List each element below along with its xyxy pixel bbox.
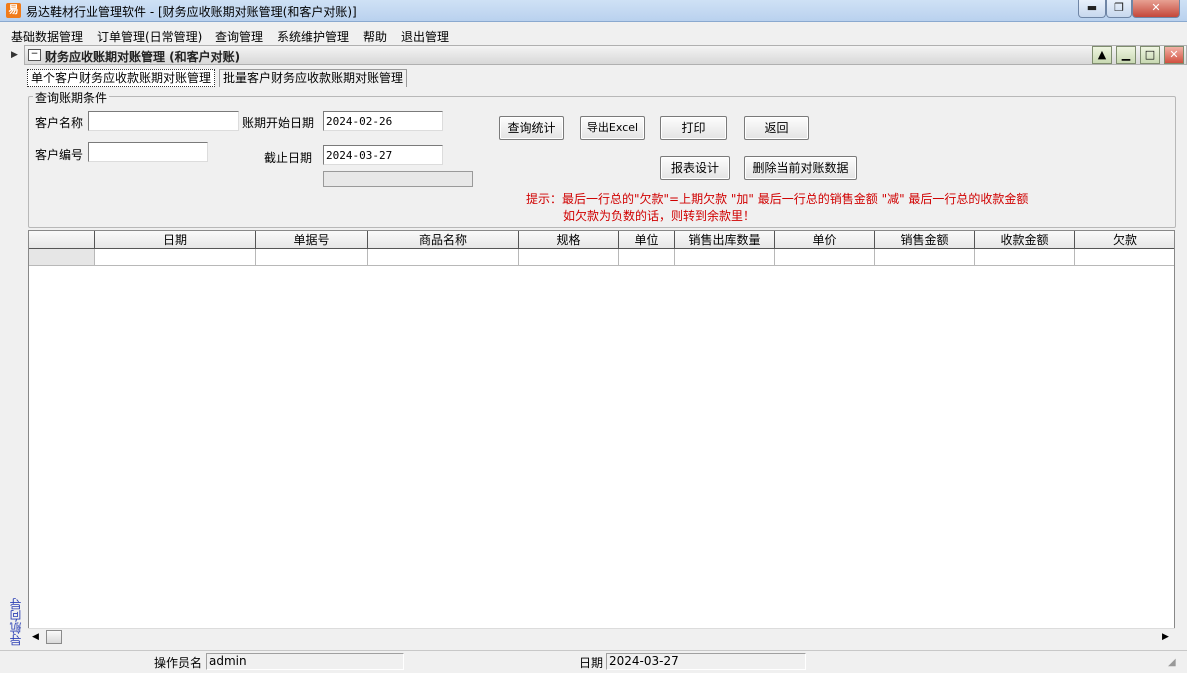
query-stats-button[interactable]: 查询统计 <box>499 116 564 140</box>
window-title: 易达鞋材行业管理软件 - [财务应收账期对账管理(和客户对账)] <box>26 5 357 19</box>
minimize-button[interactable]: ▬ <box>1078 0 1106 18</box>
column-header-sales-amount[interactable]: 销售金额 <box>875 231 975 249</box>
column-header-date[interactable]: 日期 <box>95 231 256 249</box>
column-header-unit-price[interactable]: 单价 <box>775 231 875 249</box>
back-button[interactable]: 返回 <box>744 116 809 140</box>
scroll-right-arrow-icon[interactable]: ▶ <box>1162 632 1169 642</box>
report-design-button[interactable]: 报表设计 <box>660 156 730 180</box>
delete-current-reconciliation-button[interactable]: 删除当前对账数据 <box>744 156 857 180</box>
operator-value: admin <box>206 653 404 670</box>
table-cell[interactable] <box>775 249 875 266</box>
operator-label: 操作员名 <box>154 656 203 670</box>
menu-basic-data[interactable]: 基础数据管理 <box>11 28 83 45</box>
menu-exit[interactable]: 退出管理 <box>401 28 449 45</box>
table-cell[interactable] <box>675 249 775 266</box>
column-header-doc-no[interactable]: 单据号 <box>256 231 368 249</box>
child-minimize-button[interactable]: ▁ <box>1116 46 1136 64</box>
customer-code-label: 客户编号 <box>35 148 84 162</box>
export-excel-button[interactable]: 导出Excel <box>580 116 645 140</box>
end-date-input[interactable] <box>323 145 443 165</box>
close-button[interactable]: ✕ <box>1132 0 1180 18</box>
tab-batch-customer[interactable]: 批量客户财务应收款账期对账管理 <box>219 69 408 87</box>
table-cell[interactable] <box>256 249 368 266</box>
menu-help[interactable]: 帮助 <box>363 28 387 45</box>
table-cell[interactable] <box>519 249 619 266</box>
end-date-label: 截止日期 <box>264 151 313 165</box>
menu-query[interactable]: 查询管理 <box>215 28 263 45</box>
child-window-icon[interactable]: − <box>28 49 41 61</box>
window-titlebar[interactable]: 易 易达鞋材行业管理软件 - [财务应收账期对账管理(和客户对账)] ▬ ❐ ✕ <box>0 0 1187 22</box>
tab-single-customer[interactable]: 单个客户财务应收款账期对账管理 <box>27 69 216 87</box>
customer-code-input[interactable] <box>88 142 208 162</box>
print-button[interactable]: 打印 <box>660 116 727 140</box>
progress-bar <box>323 171 473 187</box>
row-selector[interactable] <box>29 249 95 266</box>
menu-system[interactable]: 系统维护管理 <box>277 28 349 45</box>
resize-grip-icon[interactable]: ◢ <box>1168 657 1182 671</box>
menu-bar: 基础数据管理 订单管理(日常管理) 查询管理 系统维护管理 帮助 退出管理 <box>0 26 1187 44</box>
column-header-spec[interactable]: 规格 <box>519 231 619 249</box>
scroll-thumb[interactable] <box>46 630 62 644</box>
child-window-titlebar[interactable]: − 财务应收账期对账管理 (和客户对账) ▲ ▁ □ ✕ <box>24 45 1187 65</box>
query-conditions-legend: 查询账期条件 <box>33 89 110 106</box>
start-date-input[interactable] <box>323 111 443 131</box>
reconciliation-grid[interactable]: 日期 单据号 商品名称 规格 单位 销售出库数量 单价 销售金额 收款金额 欠款 <box>28 230 1175 630</box>
child-maximize-button[interactable]: □ <box>1140 46 1160 64</box>
column-header-unit[interactable]: 单位 <box>619 231 675 249</box>
customer-name-input[interactable] <box>88 111 239 131</box>
status-date-label: 日期 <box>579 656 604 670</box>
table-cell[interactable] <box>95 249 256 266</box>
status-date-value: 2024-03-27 <box>606 653 806 670</box>
hint-line-1: 提示：最后一行总的"欠款"=上期欠款 "加" 最后一行总的销售金额 "减" 最后… <box>526 192 1029 206</box>
column-header-received-amount[interactable]: 收款金额 <box>975 231 1075 249</box>
column-header-sales-qty[interactable]: 销售出库数量 <box>675 231 775 249</box>
customer-name-label: 客户名称 <box>35 116 84 130</box>
table-cell[interactable] <box>1075 249 1174 266</box>
maximize-button[interactable]: ❐ <box>1106 0 1132 18</box>
app-icon: 易 <box>6 3 21 18</box>
horizontal-scrollbar[interactable]: ◀ ▶ <box>28 628 1175 645</box>
start-date-label: 账期开始日期 <box>242 116 315 130</box>
child-window-title: 财务应收账期对账管理 (和客户对账) <box>45 50 241 64</box>
grid-corner-header <box>29 231 95 249</box>
column-header-arrears[interactable]: 欠款 <box>1075 231 1174 249</box>
child-close-button[interactable]: ✕ <box>1164 46 1184 64</box>
table-cell[interactable] <box>619 249 675 266</box>
table-cell[interactable] <box>368 249 519 266</box>
table-cell[interactable] <box>975 249 1075 266</box>
column-header-product-name[interactable]: 商品名称 <box>368 231 519 249</box>
expand-arrow-icon[interactable]: ▶ <box>11 50 18 60</box>
scroll-left-arrow-icon[interactable]: ◀ <box>32 632 39 642</box>
status-bar: 操作员名 admin 日期 2024-03-27 ◢ <box>0 650 1187 673</box>
table-cell[interactable] <box>875 249 975 266</box>
child-restore-button[interactable]: ▲ <box>1092 46 1112 64</box>
menu-orders[interactable]: 订单管理(日常管理) <box>97 28 202 45</box>
nav-guide-tab[interactable]: 导航向导 <box>7 597 23 647</box>
hint-line-2: 如欠款为负数的话，则转到余款里！ <box>563 209 756 223</box>
